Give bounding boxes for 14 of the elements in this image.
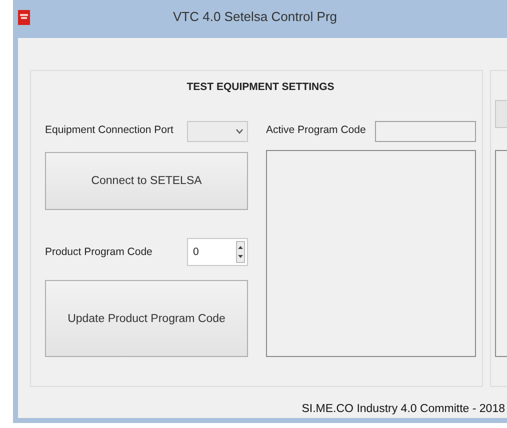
port-dropdown[interactable] (187, 120, 248, 142)
number-spinner[interactable]: 0 (187, 238, 248, 266)
active-code-field[interactable] (375, 120, 476, 142)
field-label: Equipment Connection Port (45, 124, 174, 136)
app-icon (18, 10, 30, 24)
group-title: TEST EQUIPMENT SETTINGS (186, 80, 334, 95)
field-label: Product Program Code (45, 246, 152, 258)
connect-button[interactable]: Connect to SETELSA (45, 152, 248, 210)
chevron-down-icon (236, 128, 244, 134)
footer-text: SI.ME.CO Industry 4.0 Committe - 2018 (302, 403, 505, 415)
window-title: VTC 4.0 Setelsa Control Prg (173, 8, 338, 24)
spin-arrows-icon (236, 241, 246, 263)
update-button[interactable]: Update Product Program Code (45, 280, 248, 357)
field-label: Active Program Code (266, 124, 366, 136)
